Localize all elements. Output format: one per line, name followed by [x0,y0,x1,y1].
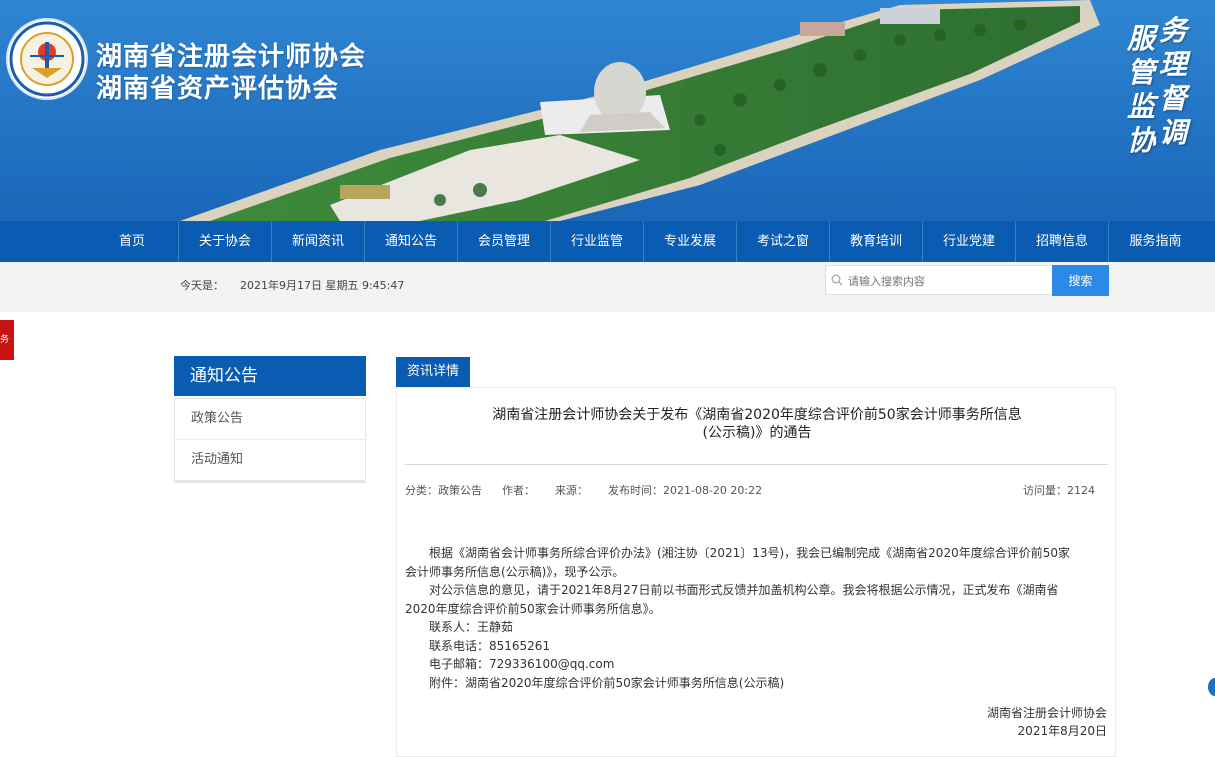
motto-char: 监 [1126,90,1155,123]
article-title: 湖南省注册会计师协会关于发布《湖南省2020年度综合评价前50家会计师事务所信息… [397,406,1117,442]
nav-item-training[interactable]: 教育培训 [830,221,923,262]
banner-island-scene [0,0,1215,221]
motto-char: 管 [1126,56,1155,89]
meta-source: 来源： [555,484,588,497]
nav-item-party[interactable]: 行业党建 [923,221,1016,262]
article-panel: 湖南省注册会计师协会关于发布《湖南省2020年度综合评价前50家会计师事务所信息… [396,387,1116,757]
floating-service-icon[interactable] [1208,678,1215,696]
motto-char: 调 [1158,116,1187,149]
motto-char: 协 [1126,124,1155,157]
signature-org: 湖南省注册会计师协会 [986,706,1107,720]
search-box [825,265,1053,295]
date-search-bar: 今天是： 2021年9月17日 星期五 9:45:47 搜索 [0,262,1215,312]
search-button[interactable]: 搜索 [1052,265,1109,296]
nav-item-home[interactable]: 首页 [86,221,179,262]
search-input[interactable] [846,270,1050,292]
article-title-line: (公示稿)》的通告 [702,425,812,441]
contact-phone: 联系电话：85165261 [429,638,551,653]
attachment-link[interactable]: 附件：湖南省2020年度综合评价前50家会计师事务所信息(公示稿) [405,674,1105,693]
article-title-line: 湖南省注册会计师协会关于发布《湖南省2020年度综合评价前50家会计师事务所信息 [492,407,1022,423]
body-line: 会计师事务所信息(公示稿)》，现予公示。 [405,564,625,579]
motto-column-left: 服 管 监 协 [1125,22,1157,158]
association-logo[interactable] [8,20,86,98]
nav-item-jobs[interactable]: 招聘信息 [1016,221,1109,262]
header-banner: 湖南省注册会计师协会 湖南省资产评估协会 服 管 监 协 务 理 督 调 [0,0,1215,221]
body-line: 2020年度综合评价前50家会计师事务所信息》。 [405,601,661,616]
motto-char: 务 [1158,14,1187,47]
today-label: 今天是： [180,279,224,292]
meta-publish-time: 发布时间：2021-08-20 20:22 [608,484,763,497]
search-icon [831,274,843,286]
logo-emblem-icon [9,21,85,97]
nav-item-guide[interactable]: 服务指南 [1109,221,1202,262]
nav-item-news[interactable]: 新闻资讯 [272,221,365,262]
motto-char: 理 [1158,48,1187,81]
nav-item-members[interactable]: 会员管理 [458,221,551,262]
floating-side-tab[interactable]: 务 [0,320,14,360]
article-body: 根据《湖南省会计师事务所综合评价办法》(湘注协〔2021〕13号)，我会已编制完… [405,544,1105,692]
motto-char: 督 [1158,82,1187,115]
tab-article-detail[interactable]: 资讯详情 [396,357,470,387]
nav-list: 首页 关于协会 新闻资讯 通知公告 会员管理 行业监管 专业发展 考试之窗 教育… [86,221,1202,262]
motto-char: 服 [1126,22,1155,55]
nav-item-exams[interactable]: 考试之窗 [737,221,830,262]
sidebar-item-activity[interactable]: 活动通知 [175,440,365,480]
sidebar-item-policy[interactable]: 政策公告 [175,399,365,440]
sidebar-title: 通知公告 [174,356,366,396]
org-name-asset-appraisal: 湖南省资产评估协会 [96,74,340,104]
meta-views: 访问量：2124 [1023,484,1095,497]
current-datetime: 2021年9月17日 星期五 9:45:47 [240,279,405,292]
body-line: 根据《湖南省会计师事务所综合评价办法》(湘注协〔2021〕13号)，我会已编制完… [429,546,1070,560]
nav-item-supervision[interactable]: 行业监管 [551,221,644,262]
main-nav: 首页 关于协会 新闻资讯 通知公告 会员管理 行业监管 专业发展 考试之窗 教育… [0,221,1215,262]
nav-item-about[interactable]: 关于协会 [179,221,272,262]
nav-item-professional[interactable]: 专业发展 [644,221,737,262]
contact-email: 电子邮箱：729336100@qq.com [429,657,615,671]
body-line: 对公示信息的意见，请于2021年8月27日前以书面形式反馈并加盖机构公章。我会将… [429,583,1059,597]
title-divider [405,464,1108,465]
signature-date: 2021年8月20日 [1017,724,1107,738]
motto-column-right: 务 理 督 调 [1157,14,1189,150]
nav-item-notices[interactable]: 通知公告 [365,221,458,262]
meta-author: 作者： [502,484,535,497]
sidebar-menu: 政策公告 活动通知 [174,398,366,483]
meta-category: 分类：政策公告 [405,484,482,497]
contact-person: 联系人：王静茹 [429,620,514,634]
